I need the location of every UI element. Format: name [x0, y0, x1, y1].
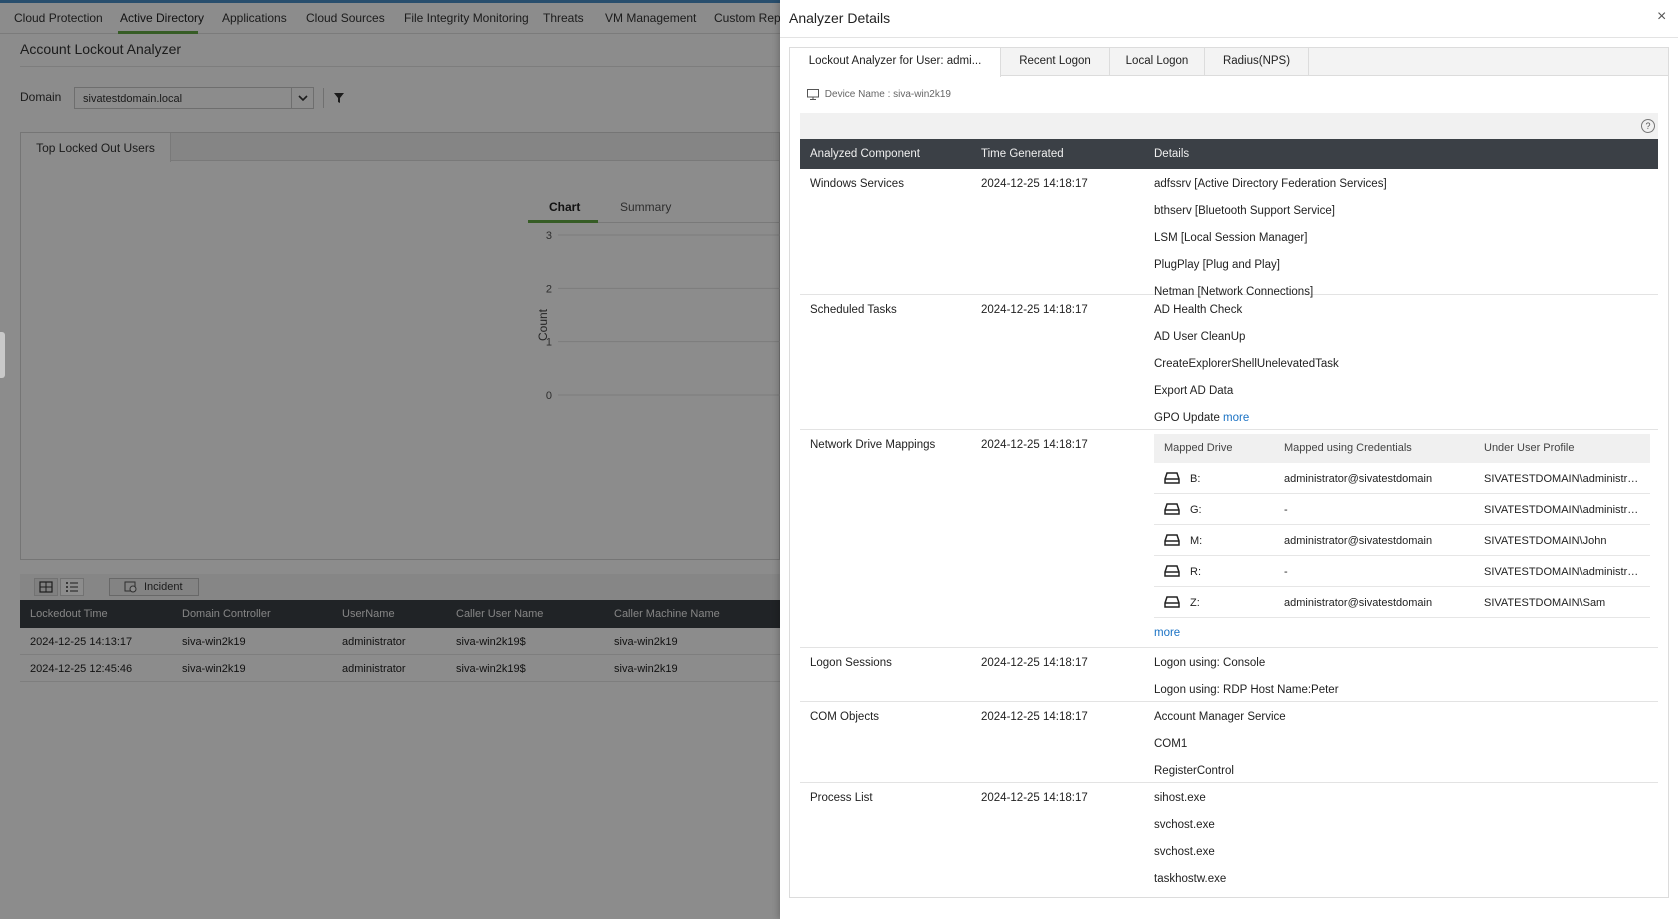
drawer-title: Analyzer Details	[789, 10, 891, 26]
col-analyzed-component: Analyzed Component	[810, 148, 920, 160]
row-com-objects: COM Objects 2024-12-25 14:18:17 Account …	[800, 702, 1658, 783]
detail-item: AD Health Check	[1154, 304, 1243, 316]
details-list: sihost.exe svchost.exe svchost.exe taskh…	[1154, 783, 1654, 891]
mapped-credentials: administrator@sivatestdomain	[1284, 597, 1433, 609]
detail-item: bthserv [Bluetooth Support Service]	[1154, 205, 1335, 217]
drive-icon	[1164, 565, 1180, 577]
detail-item: sihost.exe	[1154, 792, 1206, 804]
detail-item: adfssrv [Active Directory Federation Ser…	[1154, 178, 1387, 190]
detail-item: Export AD Data	[1154, 385, 1234, 397]
mapped-credentials: -	[1284, 504, 1288, 516]
detail-item: Account Manager Service	[1154, 711, 1286, 723]
component-name: Network Drive Mappings	[810, 439, 936, 451]
modal-backdrop[interactable]	[0, 0, 780, 919]
drive-icon	[1164, 472, 1180, 484]
tab-radius-nps[interactable]: Radius(NPS)	[1205, 48, 1309, 76]
details-list: Mapped Drive Mapped using Credentials Un…	[1154, 430, 1654, 645]
drive-icon	[1164, 596, 1180, 608]
more-link[interactable]: more	[1223, 412, 1249, 424]
time-generated: 2024-12-25 14:18:17	[981, 792, 1088, 804]
user-profile: SIVATESTDOMAIN\administrator	[1484, 566, 1644, 578]
more-link[interactable]: more	[1154, 627, 1180, 639]
drive-mapping-table: Mapped Drive Mapped using Credentials Un…	[1154, 434, 1650, 618]
monitor-icon	[807, 89, 819, 100]
detail-item: Logon using: RDP Host Name:Peter	[1154, 684, 1339, 696]
mapped-credentials: administrator@sivatestdomain	[1284, 535, 1433, 547]
analyzer-table: Analyzed Component Time Generated Detail…	[800, 139, 1658, 891]
details-list: AD Health Check AD User CleanUp CreateEx…	[1154, 295, 1654, 430]
component-name: Logon Sessions	[810, 657, 892, 669]
row-windows-services: Windows Services 2024-12-25 14:18:17 adf…	[800, 169, 1658, 298]
row-logon-sessions: Logon Sessions 2024-12-25 14:18:17 Logon…	[800, 648, 1658, 702]
component-name: COM Objects	[810, 711, 880, 723]
table-row: M: administrator@sivatestdomain SIVATEST…	[1154, 525, 1650, 556]
component-name: Windows Services	[810, 178, 904, 190]
time-generated: 2024-12-25 14:18:17	[981, 711, 1088, 723]
detail-item: LSM [Local Session Manager]	[1154, 232, 1308, 244]
detail-item: svchost.exe	[1154, 846, 1215, 858]
time-generated: 2024-12-25 14:18:17	[981, 439, 1088, 451]
table-row: G: - SIVATESTDOMAIN\administrator	[1154, 494, 1650, 525]
detail-item: taskhostw.exe	[1154, 873, 1227, 885]
close-icon[interactable]: ×	[1657, 8, 1666, 26]
col-mapped-credentials: Mapped using Credentials	[1284, 442, 1412, 454]
mapped-drive: M:	[1190, 535, 1203, 547]
row-scheduled-tasks: Scheduled Tasks 2024-12-25 14:18:17 AD H…	[800, 295, 1658, 430]
device-name: Device Name : siva-win2k19	[807, 89, 951, 100]
drive-icon	[1164, 534, 1180, 546]
time-generated: 2024-12-25 14:18:17	[981, 657, 1088, 669]
detail-item: GPO Update more	[1154, 403, 1654, 430]
details-list: Account Manager Service COM1 RegisterCon…	[1154, 702, 1654, 783]
drawer-header: Analyzer Details ×	[780, 0, 1678, 38]
component-name: Scheduled Tasks	[810, 304, 897, 316]
table-row: Z: administrator@sivatestdomain SIVATEST…	[1154, 587, 1650, 618]
analyzer-table-header: Analyzed Component Time Generated Detail…	[800, 139, 1658, 169]
drive-mapping-header: Mapped Drive Mapped using Credentials Un…	[1154, 434, 1650, 463]
row-network-drive-mappings: Network Drive Mappings 2024-12-25 14:18:…	[800, 430, 1658, 648]
detail-item: PlugPlay [Plug and Play]	[1154, 259, 1280, 271]
detail-item: AD User CleanUp	[1154, 331, 1246, 343]
col-details: Details	[1154, 148, 1190, 160]
detail-item-text: GPO Update	[1154, 412, 1220, 424]
component-name: Process List	[810, 792, 873, 804]
tab-lockout-analyzer[interactable]: Lockout Analyzer for User: admi...	[790, 48, 1001, 77]
user-profile: SIVATESTDOMAIN\Sam	[1484, 597, 1606, 609]
time-generated: 2024-12-25 14:18:17	[981, 178, 1088, 190]
mapped-credentials: -	[1284, 566, 1288, 578]
mapped-drive: Z:	[1190, 597, 1200, 609]
tab-local-logon[interactable]: Local Logon	[1110, 48, 1205, 76]
drawer-body: Lockout Analyzer for User: admi... Recen…	[789, 47, 1669, 898]
table-row: R: - SIVATESTDOMAIN\administrator	[1154, 556, 1650, 587]
mapped-credentials: administrator@sivatestdomain	[1284, 473, 1433, 485]
help-icon[interactable]: ?	[1641, 119, 1655, 133]
col-user-profile: Under User Profile	[1484, 442, 1575, 454]
user-profile: SIVATESTDOMAIN\administrator	[1484, 504, 1644, 516]
analyzer-tabs: Lockout Analyzer for User: admi... Recen…	[790, 48, 1668, 77]
analyzer-details-drawer: Analyzer Details × Lockout Analyzer for …	[780, 0, 1678, 919]
detail-item: CreateExplorerShellUnelevatedTask	[1154, 358, 1339, 370]
detail-item: svchost.exe	[1154, 819, 1215, 831]
side-panel-handle[interactable]	[0, 332, 5, 378]
detail-item: RegisterControl	[1154, 765, 1234, 777]
user-profile: SIVATESTDOMAIN\John	[1484, 535, 1607, 547]
device-name-text: Device Name : siva-win2k19	[824, 89, 951, 101]
tab-recent-logon[interactable]: Recent Logon	[1001, 48, 1110, 76]
mapped-drive: G:	[1190, 504, 1202, 516]
col-mapped-drive: Mapped Drive	[1164, 442, 1233, 454]
mapped-drive: R:	[1190, 566, 1201, 578]
detail-item: more	[1154, 618, 1654, 645]
drive-icon	[1164, 503, 1180, 515]
time-generated: 2024-12-25 14:18:17	[981, 304, 1088, 316]
row-process-list: Process List 2024-12-25 14:18:17 sihost.…	[800, 783, 1658, 891]
details-list: Logon using: Console Logon using: RDP Ho…	[1154, 648, 1654, 702]
table-row: B: administrator@sivatestdomain SIVATEST…	[1154, 463, 1650, 494]
details-list: adfssrv [Active Directory Federation Ser…	[1154, 169, 1654, 304]
col-time-generated: Time Generated	[981, 148, 1064, 160]
user-profile: SIVATESTDOMAIN\administrator	[1484, 473, 1644, 485]
help-strip: ?	[800, 113, 1658, 139]
detail-item: Logon using: Console	[1154, 657, 1266, 669]
detail-item: COM1	[1154, 738, 1188, 750]
mapped-drive: B:	[1190, 473, 1201, 485]
